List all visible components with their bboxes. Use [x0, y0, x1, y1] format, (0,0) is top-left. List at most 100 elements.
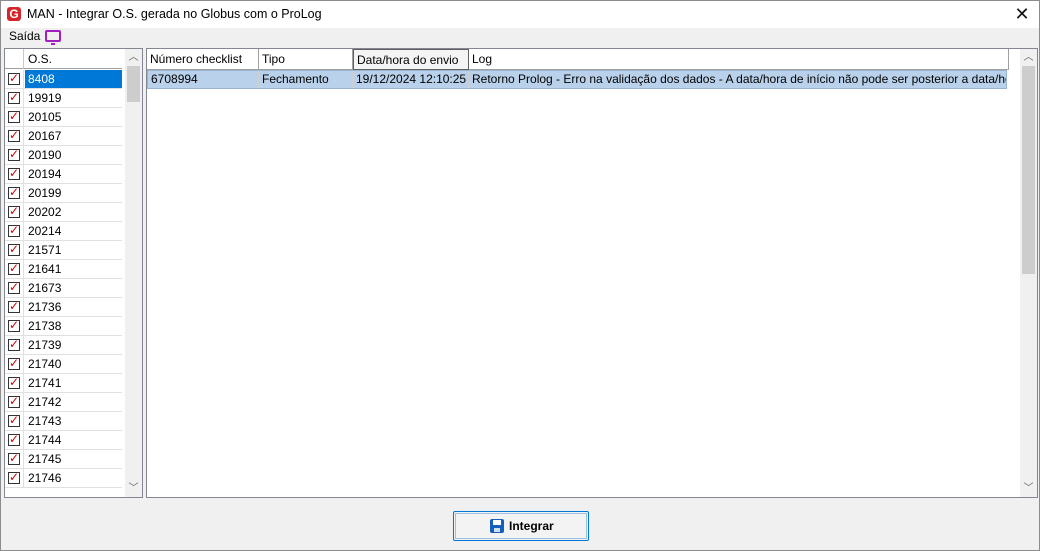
- checkbox-cell[interactable]: [5, 279, 24, 298]
- scroll-up-icon[interactable]: ︿: [125, 49, 142, 66]
- checkbox-cell[interactable]: [5, 431, 24, 450]
- table-row[interactable]: 19919: [5, 89, 122, 108]
- table-row[interactable]: 20194: [5, 165, 122, 184]
- scroll-down-icon[interactable]: ﹀: [1020, 480, 1037, 497]
- tipo-header[interactable]: Tipo: [259, 49, 353, 70]
- close-icon[interactable]: ✕: [1013, 5, 1031, 23]
- os-number-cell: 20167: [28, 129, 62, 143]
- log-grid[interactable]: Número checklist Tipo Data/hora do envio…: [146, 48, 1038, 498]
- menu-saida[interactable]: Saída: [9, 29, 40, 43]
- row-checkbox[interactable]: [8, 451, 20, 465]
- checkbox-cell[interactable]: [5, 222, 24, 241]
- checkbox-cell[interactable]: [5, 165, 24, 184]
- os-number-cell: 20190: [28, 148, 62, 162]
- row-checkbox[interactable]: [8, 128, 20, 142]
- row-checkbox[interactable]: [8, 90, 20, 104]
- table-row[interactable]: 21641: [5, 260, 122, 279]
- table-row[interactable]: 20214: [5, 222, 122, 241]
- row-checkbox[interactable]: [8, 318, 20, 332]
- os-number-cell: 21745: [28, 452, 62, 466]
- row-checkbox[interactable]: [8, 280, 20, 294]
- row-checkbox[interactable]: [8, 299, 20, 313]
- row-checkbox[interactable]: [8, 109, 20, 123]
- os-number-cell: 21744: [28, 433, 62, 447]
- scroll-down-icon[interactable]: ﹀: [125, 480, 142, 497]
- row-checkbox[interactable]: [8, 432, 20, 446]
- scroll-thumb[interactable]: [127, 66, 140, 102]
- table-row[interactable]: 21740: [5, 355, 122, 374]
- table-row[interactable]: 21673: [5, 279, 122, 298]
- row-checkbox[interactable]: [8, 185, 20, 199]
- checkbox-cell[interactable]: [5, 355, 24, 374]
- os-grid-scrollbar[interactable]: ︿ ﹀: [125, 49, 142, 497]
- os-grid[interactable]: O.S. 8408 19919 20105 20167 20190 20194 20199 2…: [4, 48, 143, 498]
- checkbox-cell[interactable]: [5, 89, 24, 108]
- row-checkbox[interactable]: [8, 261, 20, 275]
- checkbox-cell[interactable]: [5, 184, 24, 203]
- checkbox-cell[interactable]: [5, 260, 24, 279]
- row-checkbox[interactable]: [8, 375, 20, 389]
- checkbox-cell[interactable]: [5, 374, 24, 393]
- table-row[interactable]: 21746: [5, 469, 122, 488]
- checkbox-cell[interactable]: [5, 393, 24, 412]
- monitor-icon[interactable]: [45, 30, 61, 45]
- checkbox-cell[interactable]: [5, 241, 24, 260]
- checkbox-cell[interactable]: [5, 336, 24, 355]
- floppy-disk-icon: [490, 519, 504, 533]
- row-checkbox[interactable]: [8, 204, 20, 218]
- table-row[interactable]: 21571: [5, 241, 122, 260]
- table-row[interactable]: 20202: [5, 203, 122, 222]
- globus-app-icon: G: [7, 7, 21, 21]
- checkbox-cell[interactable]: [5, 108, 24, 127]
- table-row[interactable]: 21736: [5, 298, 122, 317]
- scroll-up-icon[interactable]: ︿: [1020, 49, 1037, 66]
- numero-checklist-header[interactable]: Número checklist: [147, 49, 259, 70]
- os-number-cell: 21743: [28, 414, 62, 428]
- row-checkbox[interactable]: [8, 223, 20, 237]
- row-checkbox[interactable]: [8, 337, 20, 351]
- integrar-button[interactable]: Integrar: [453, 511, 589, 541]
- os-column-header[interactable]: O.S.: [25, 52, 52, 66]
- row-checkbox[interactable]: [8, 71, 20, 85]
- title-bar: G MAN - Integrar O.S. gerada no Globus c…: [1, 1, 1039, 28]
- row-checkbox[interactable]: [8, 394, 20, 408]
- checkbox-cell[interactable]: [5, 70, 24, 89]
- row-checkbox[interactable]: [8, 356, 20, 370]
- checkbox-column-header[interactable]: [5, 49, 24, 69]
- checkbox-cell[interactable]: [5, 412, 24, 431]
- row-checkbox[interactable]: [8, 147, 20, 161]
- checkbox-cell[interactable]: [5, 469, 24, 488]
- row-checkbox[interactable]: [8, 470, 20, 484]
- checkbox-cell[interactable]: [5, 203, 24, 222]
- checkbox-cell[interactable]: [5, 127, 24, 146]
- data-hora-envio-header[interactable]: Data/hora do envio: [353, 49, 469, 70]
- os-number-cell: 21738: [28, 319, 62, 333]
- table-row[interactable]: 21741: [5, 374, 122, 393]
- table-row[interactable]: 20199: [5, 184, 122, 203]
- row-checkbox[interactable]: [8, 413, 20, 427]
- row-checkbox[interactable]: [8, 242, 20, 256]
- checkbox-cell[interactable]: [5, 146, 24, 165]
- table-row[interactable]: 21743: [5, 412, 122, 431]
- table-row[interactable]: 20105: [5, 108, 122, 127]
- os-number-cell: 20199: [28, 186, 62, 200]
- table-row[interactable]: 6708994 Fechamento 19/12/2024 12:10:25 R…: [147, 70, 1007, 89]
- table-row[interactable]: 21745: [5, 450, 122, 469]
- window-title: MAN - Integrar O.S. gerada no Globus com…: [27, 7, 322, 21]
- table-row[interactable]: 21739: [5, 336, 122, 355]
- menu-bar: Saída: [1, 28, 1039, 46]
- table-row[interactable]: 8408: [5, 70, 122, 89]
- table-row[interactable]: 20190: [5, 146, 122, 165]
- log-header[interactable]: Log: [469, 49, 1009, 70]
- table-row[interactable]: 20167: [5, 127, 122, 146]
- checkbox-cell[interactable]: [5, 298, 24, 317]
- scroll-thumb[interactable]: [1022, 66, 1035, 274]
- log-grid-scrollbar[interactable]: ︿ ﹀: [1020, 49, 1037, 497]
- integrar-label: Integrar: [509, 519, 554, 533]
- table-row[interactable]: 21742: [5, 393, 122, 412]
- table-row[interactable]: 21744: [5, 431, 122, 450]
- checkbox-cell[interactable]: [5, 450, 24, 469]
- row-checkbox[interactable]: [8, 166, 20, 180]
- checkbox-cell[interactable]: [5, 317, 24, 336]
- table-row[interactable]: 21738: [5, 317, 122, 336]
